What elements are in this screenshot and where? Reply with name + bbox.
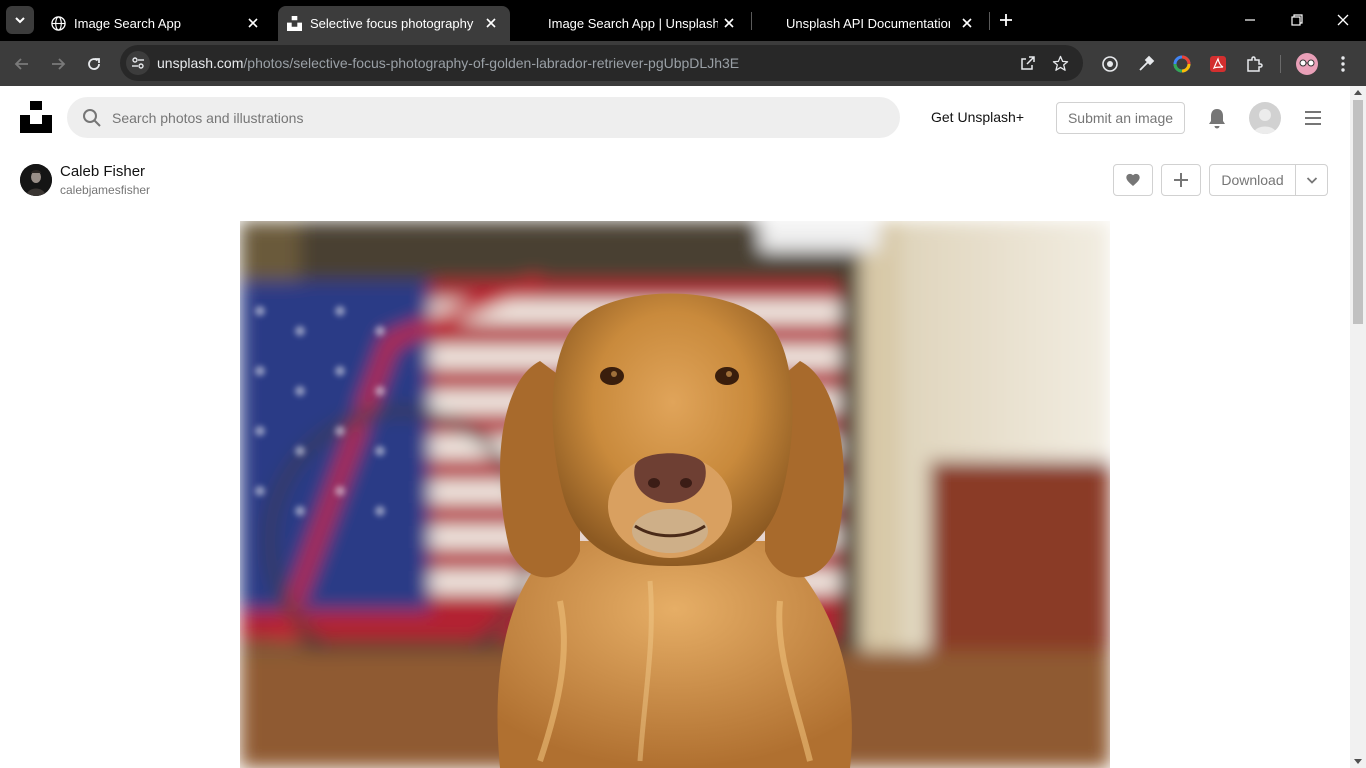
chevron-down-icon xyxy=(1306,177,1317,184)
back-button[interactable] xyxy=(10,52,34,76)
pdf-icon[interactable] xyxy=(1207,53,1229,75)
page-content: Get Unsplash+ Submit an image Caleb Fish… xyxy=(0,86,1350,768)
chevron-down-icon xyxy=(15,17,25,24)
toolbar-separator xyxy=(1280,55,1281,73)
color-picker-icon[interactable] xyxy=(1171,53,1193,75)
tab-unsplash-api-docs[interactable]: Unsplash API Documentation | Fr xyxy=(754,6,986,41)
search-input[interactable] xyxy=(112,97,882,138)
close-tab-icon[interactable] xyxy=(958,14,976,32)
tab-image-search-app[interactable]: Image Search App xyxy=(40,6,272,41)
add-to-collection-button[interactable] xyxy=(1161,164,1201,196)
arrow-right-icon xyxy=(52,58,66,70)
download-options-button[interactable] xyxy=(1296,165,1327,195)
arrow-left-icon xyxy=(14,58,28,70)
minimize-icon xyxy=(1245,19,1255,21)
url-path: /photos/selective-focus-photography-of-g… xyxy=(243,55,740,71)
scroll-up-arrow-icon[interactable] xyxy=(1354,90,1362,95)
notifications-bell-icon[interactable] xyxy=(1205,106,1229,130)
site-settings-icon[interactable] xyxy=(126,51,150,75)
tab-title: Image Search App xyxy=(74,16,181,31)
close-tab-icon[interactable] xyxy=(720,14,738,32)
extensions-puzzle-icon[interactable] xyxy=(1243,53,1265,75)
author-handle[interactable]: calebjamesfisher xyxy=(60,183,150,197)
tab-search-button[interactable] xyxy=(6,6,34,34)
tab-title: Selective focus photography of xyxy=(310,16,474,31)
close-icon xyxy=(1337,14,1349,26)
url-host: unsplash.com xyxy=(157,55,244,71)
extension-target-icon[interactable] xyxy=(1099,53,1121,75)
tab-title: Image Search App | Unsplash xyxy=(548,16,718,31)
restore-button[interactable] xyxy=(1287,10,1307,30)
reload-button[interactable] xyxy=(82,52,106,76)
tab-title: Unsplash API Documentation | Fr xyxy=(786,16,950,31)
close-tab-icon[interactable] xyxy=(244,14,262,32)
submit-image-button[interactable]: Submit an image xyxy=(1056,102,1185,134)
unsplash-logo-icon[interactable] xyxy=(20,101,52,133)
minimize-button[interactable] xyxy=(1240,10,1260,30)
open-in-app-icon[interactable] xyxy=(1018,53,1038,73)
plus-icon xyxy=(1174,173,1188,187)
forward-button[interactable] xyxy=(46,52,70,76)
bookmark-star-icon[interactable] xyxy=(1050,53,1070,73)
url-text: unsplash.com/photos/selective-focus-phot… xyxy=(157,55,739,71)
globe-icon xyxy=(50,16,66,32)
like-button[interactable] xyxy=(1113,164,1153,196)
close-window-button[interactable] xyxy=(1333,10,1353,30)
get-unsplash-plus-link[interactable]: Get Unsplash+ xyxy=(931,109,1024,125)
download-button[interactable]: Download xyxy=(1210,165,1295,195)
eyedropper-icon[interactable] xyxy=(1135,53,1157,75)
restore-icon xyxy=(1291,14,1303,26)
author-avatar[interactable] xyxy=(20,164,52,196)
unsplash-icon xyxy=(286,16,302,32)
download-button-group: Download xyxy=(1209,164,1328,196)
heart-icon xyxy=(1126,173,1140,186)
new-tab-button[interactable] xyxy=(995,9,1017,31)
search-icon[interactable] xyxy=(82,108,102,128)
hamburger-menu-icon[interactable] xyxy=(1301,106,1325,130)
address-bar[interactable]: unsplash.com/photos/selective-focus-phot… xyxy=(120,45,1083,81)
reload-icon xyxy=(88,58,100,70)
user-avatar[interactable] xyxy=(1249,102,1281,134)
author-name[interactable]: Caleb Fisher xyxy=(60,163,145,180)
scrollbar-thumb[interactable] xyxy=(1353,100,1363,324)
close-tab-icon[interactable] xyxy=(482,14,500,32)
tab-image-search-app-unsplash[interactable]: Image Search App | Unsplash xyxy=(516,6,748,41)
browser-menu-icon[interactable] xyxy=(1332,53,1354,75)
plus-icon xyxy=(1000,14,1012,26)
page-scrollbar[interactable] xyxy=(1350,86,1366,768)
tab-separator xyxy=(989,12,990,30)
main-photo[interactable] xyxy=(240,221,1110,768)
tab-separator xyxy=(751,12,752,30)
browser-tab-strip: Image Search App Selective focus photogr… xyxy=(0,0,1366,41)
profile-avatar-icon[interactable] xyxy=(1296,53,1318,75)
tab-selective-focus-photo[interactable]: Selective focus photography of xyxy=(278,6,510,41)
scroll-down-arrow-icon[interactable] xyxy=(1354,759,1362,764)
browser-toolbar: unsplash.com/photos/selective-focus-phot… xyxy=(0,41,1366,86)
search-bar xyxy=(67,97,900,138)
